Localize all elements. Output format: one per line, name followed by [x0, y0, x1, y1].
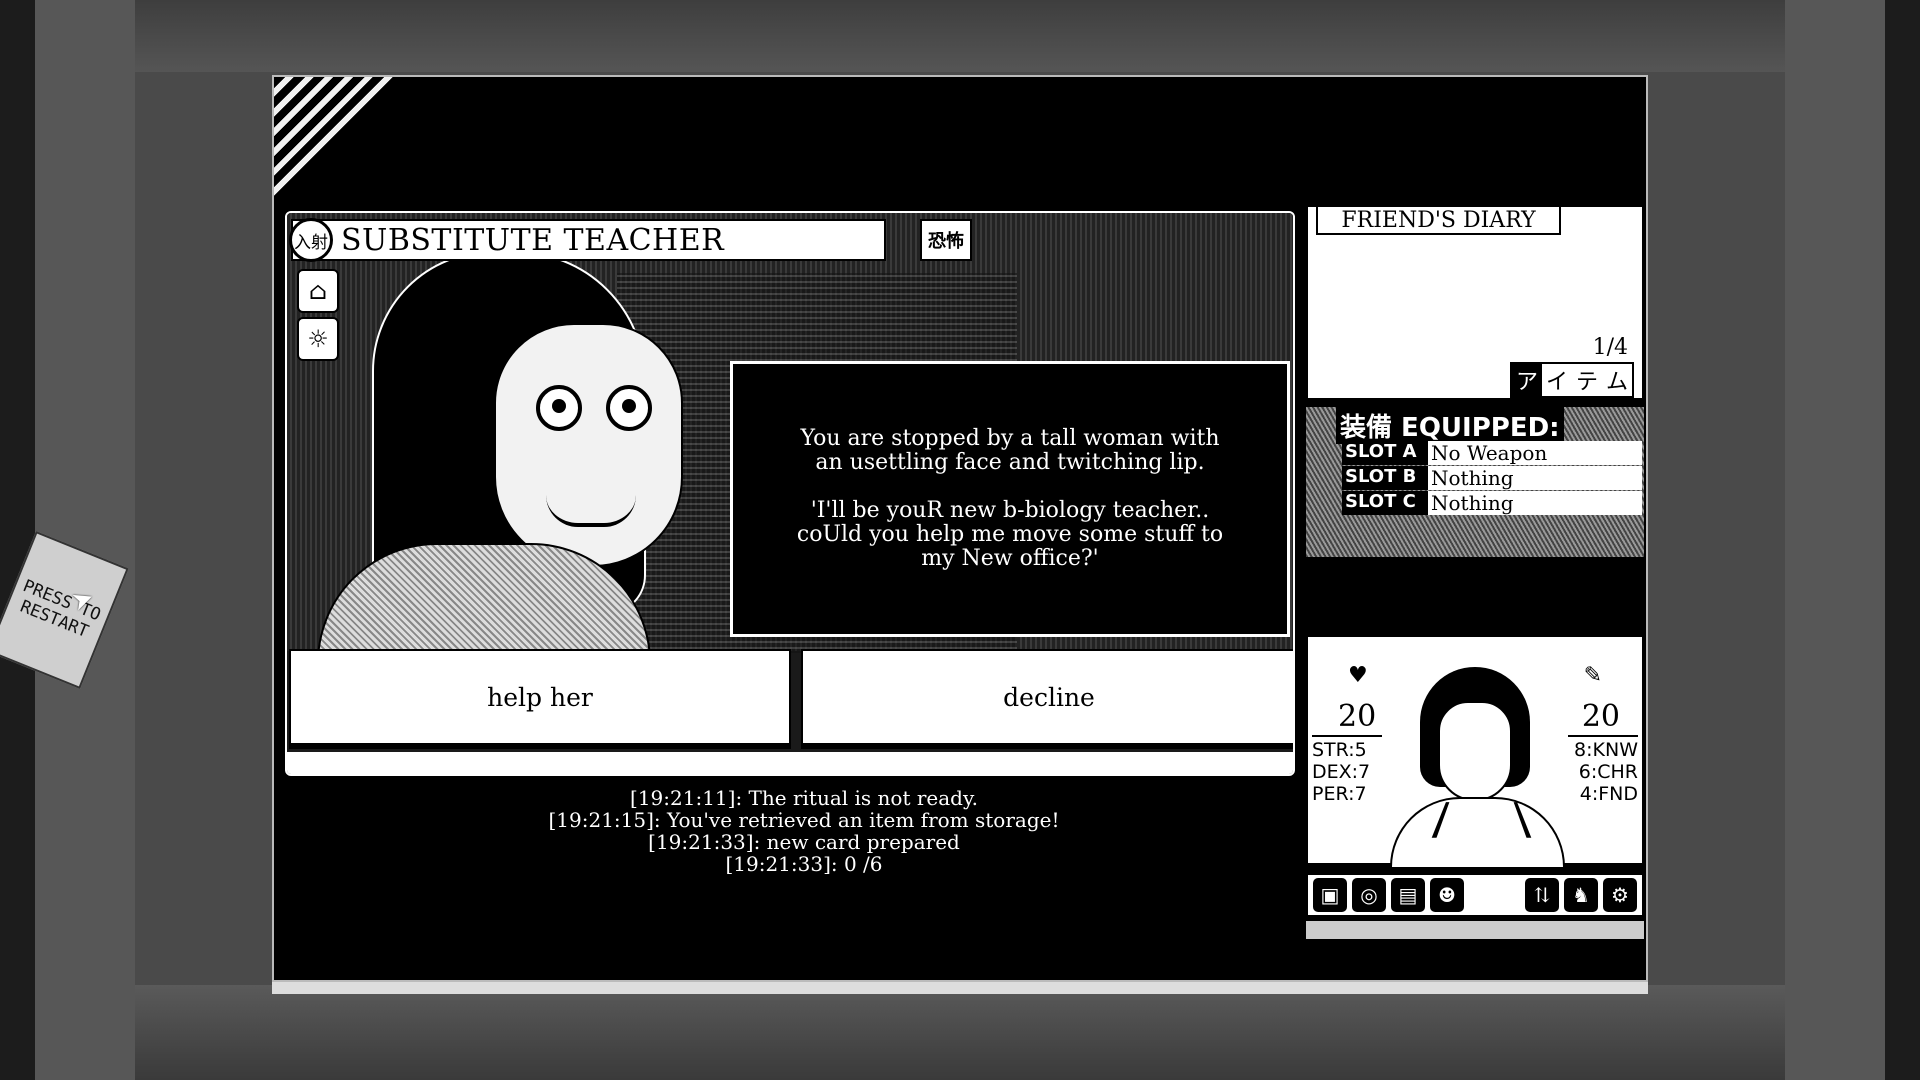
game-screen: 入射 SUBSTITUTE TEACHER 恐怖 ⌂ ☼ You are sto…: [272, 75, 1648, 982]
equipped-panel: 装備 EQUIPPED: SLOT A No Weapon SLOT B Not…: [1306, 407, 1644, 557]
stats-icon[interactable]: ⇅: [1525, 878, 1559, 912]
items-tab[interactable]: ア イ テ ム: [1509, 362, 1634, 398]
corner-stripes: [274, 77, 404, 207]
event-log: [19:21:11]: The ritual is not ready. [19…: [504, 787, 1104, 875]
slot-c[interactable]: SLOT C Nothing: [1342, 491, 1642, 515]
knw-stat: 8:KNW: [1574, 739, 1638, 761]
right-rail-panel: [1785, 0, 1885, 1080]
sun-icon: ☼: [297, 317, 339, 361]
photo-icon[interactable]: ▤: [1391, 878, 1425, 912]
left-rail: [0, 0, 135, 1080]
str-stat: STR:5: [1312, 739, 1367, 761]
log-line: [19:21:11]: The ritual is not ready.: [630, 786, 978, 810]
items-label-char: ア: [1511, 364, 1542, 396]
dex-stat: DEX:7: [1312, 761, 1371, 783]
log-line: [19:21:15]: You've retrieved an item fro…: [548, 808, 1060, 832]
items-label-char: イ: [1545, 370, 1568, 395]
player-portrait: [1390, 667, 1565, 867]
screen-bottom-edge: [272, 982, 1648, 994]
slot-key: SLOT B: [1342, 466, 1428, 490]
slot-key: SLOT C: [1342, 491, 1428, 515]
log-line: [19:21:33]: new card prepared: [648, 830, 960, 854]
character-stats: ♥ 20 STR:5 DEX:7 PER:7 ✎ 20 8:KNW 6:CHR …: [1306, 635, 1644, 867]
gear-icon[interactable]: ⚙: [1603, 878, 1637, 912]
event-dialog: You are stopped by a tall woman with an …: [730, 361, 1290, 637]
choice-help-her-button[interactable]: help her: [289, 649, 791, 749]
people-icon[interactable]: ☻: [1430, 878, 1464, 912]
action-toolbar: ▣ ◎ ▤ ☻ ⇅ ♞ ⚙: [1306, 873, 1644, 917]
slot-value: Nothing: [1428, 466, 1642, 490]
divider: [1312, 735, 1382, 737]
divider: [1568, 735, 1638, 737]
panel-footer: [1306, 921, 1644, 939]
log-line: [19:21:33]: 0 /6: [725, 852, 883, 876]
teacher-face: [494, 323, 683, 567]
event-title-bar: 入射 SUBSTITUTE TEACHER: [289, 218, 886, 262]
slot-value: No Weapon: [1428, 441, 1642, 465]
reason-value: 20: [1581, 699, 1620, 734]
dialog-paragraph-1: You are stopped by a tall woman with an …: [800, 426, 1220, 475]
slot-a[interactable]: SLOT A No Weapon: [1342, 441, 1642, 465]
per-stat: PER:7: [1312, 783, 1367, 805]
slot-value: Nothing: [1428, 491, 1642, 515]
left-eye: [536, 385, 582, 431]
items-label-char: ム: [1605, 370, 1628, 395]
grin: [546, 495, 636, 527]
items-label-char: テ: [1575, 370, 1598, 395]
equipped-header: 装備 EQUIPPED:: [1336, 407, 1564, 444]
slot-b[interactable]: SLOT B Nothing: [1342, 466, 1642, 490]
school-icon: ⌂: [297, 269, 339, 313]
brain-icon: ✎: [1583, 663, 1602, 688]
card-footer: [287, 752, 1293, 774]
right-eye: [606, 385, 652, 431]
dialog-paragraph-2: 'I'll be youR new b-biology teacher.. co…: [796, 498, 1224, 571]
sailor-collar: [1431, 802, 1532, 838]
event-title: SUBSTITUTE TEACHER: [341, 222, 725, 258]
right-rail: [1785, 0, 1920, 1080]
event-type-badge: 入射: [289, 218, 333, 262]
bezel-bottom: [135, 985, 1785, 1080]
elephant-icon[interactable]: ♞: [1564, 878, 1598, 912]
bezel-top: [135, 0, 1785, 72]
slot-key: SLOT A: [1342, 441, 1428, 465]
diary-title: FRIEND'S DIARY: [1316, 207, 1561, 235]
diary-page-counter: 1/4: [1592, 335, 1628, 360]
spiral-icon[interactable]: ◎: [1352, 878, 1386, 912]
fnd-stat: 4:FND: [1579, 783, 1638, 805]
chr-stat: 6:CHR: [1578, 761, 1638, 783]
horror-tag: 恐怖: [920, 219, 972, 261]
stamina-value: 20: [1338, 699, 1377, 734]
friends-diary[interactable]: FRIEND'S DIARY 1/4 ア イ テ ム: [1306, 205, 1644, 400]
bag-icon[interactable]: ▣: [1313, 878, 1347, 912]
event-card: 入射 SUBSTITUTE TEACHER 恐怖 ⌂ ☼ You are sto…: [285, 211, 1295, 776]
heart-icon: ♥: [1348, 663, 1368, 688]
player-face: [1438, 701, 1512, 801]
right-panel: FRIEND'S DIARY 1/4 ア イ テ ム 装備 EQUIPPED: …: [1302, 205, 1646, 939]
choice-decline-button[interactable]: decline: [801, 649, 1293, 749]
